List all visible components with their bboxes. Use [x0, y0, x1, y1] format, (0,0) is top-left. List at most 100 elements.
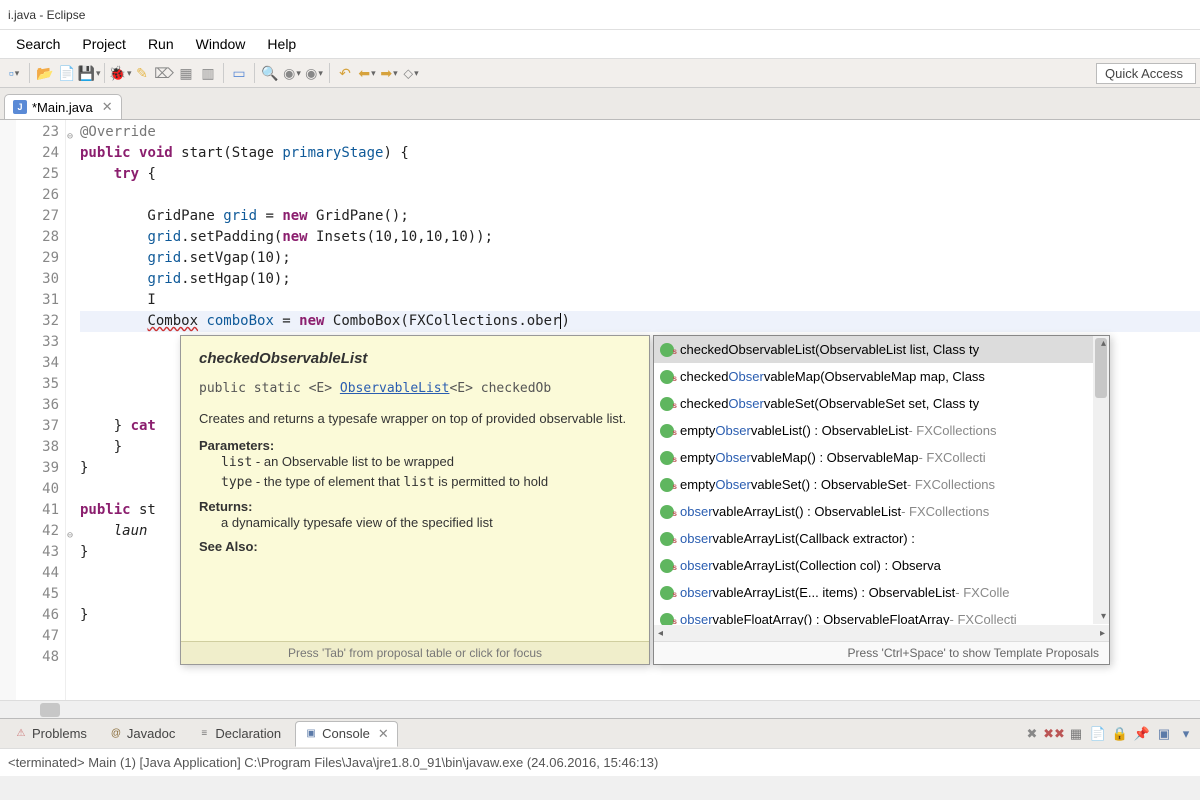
window-title: i.java - Eclipse [0, 0, 1200, 30]
annotation-button[interactable]: ◉ [282, 63, 302, 83]
open-type-button[interactable]: 📂 [35, 63, 55, 83]
build-button[interactable]: ▦ [176, 63, 196, 83]
line-number: 28 [16, 227, 59, 248]
line-number: 31 [16, 290, 59, 311]
step-button[interactable]: ↶ [335, 63, 355, 83]
doc-title: checkedObservableList [199, 350, 631, 367]
line-number: 35 [16, 374, 59, 395]
line-gutter: 2324252627282930313233343536373839404142… [16, 120, 66, 700]
horizontal-scrollbar[interactable]: ◂▸ [654, 625, 1109, 641]
doc-type-link[interactable]: ObservableList [340, 381, 450, 396]
tag-button[interactable]: ⌦ [154, 63, 174, 83]
vertical-scrollbar[interactable]: ▴ ▾ [1093, 336, 1109, 624]
close-icon[interactable]: ✕ [102, 99, 113, 115]
line-number: 37 [16, 416, 59, 437]
proposal-item[interactable]: emptyObservableList() : ObservableList -… [654, 417, 1109, 444]
editor-tab-label: *Main.java [32, 100, 93, 115]
view-tab-label: Problems [32, 726, 87, 741]
line-number: 32 [16, 311, 59, 332]
remove-all-icon[interactable]: ✖✖ [1046, 726, 1062, 742]
new-button[interactable]: ▫ [4, 63, 24, 83]
proposal-item[interactable]: observableArrayList() : ObservableList -… [654, 498, 1109, 525]
proposal-item[interactable]: observableFloatArray() : ObservableFloat… [654, 606, 1109, 625]
debug-button[interactable]: 🐞 [110, 63, 130, 83]
proposal-item[interactable]: checkedObservableList(ObservableList lis… [654, 336, 1109, 363]
method-icon [660, 424, 674, 438]
declaration-icon: ≡ [197, 727, 211, 741]
back-button[interactable]: ⬅ [357, 63, 377, 83]
proposal-item[interactable]: observableArrayList(Collection col) : Ob… [654, 552, 1109, 579]
terminate-icon[interactable]: ▦ [1068, 726, 1084, 742]
clear-icon[interactable]: 📄 [1090, 726, 1106, 742]
proposal-item[interactable]: checkedObservableSet(ObservableSet set, … [654, 390, 1109, 417]
method-icon [660, 478, 674, 492]
menu-run[interactable]: Run [138, 32, 184, 56]
line-number: 48 [16, 647, 59, 668]
line-number: 46 [16, 605, 59, 626]
remove-launch-icon[interactable]: ✖ [1024, 726, 1040, 742]
scroll-lock-icon[interactable]: 🔒 [1112, 726, 1128, 742]
line-number: 27 [16, 206, 59, 227]
doc-returns-text: a dynamically typesafe view of the speci… [221, 514, 631, 533]
view-tab-label: Console [322, 726, 370, 741]
view-tab-declaration[interactable]: ≡ Declaration [189, 722, 289, 745]
line-number: 38 [16, 437, 59, 458]
line-number: 26 [16, 185, 59, 206]
display-icon[interactable]: ▣ [1156, 726, 1172, 742]
problems-icon: ⚠ [14, 727, 28, 741]
scroll-down-icon[interactable]: ▾ [1101, 611, 1106, 622]
method-icon [660, 343, 674, 357]
method-icon [660, 451, 674, 465]
doc-footer-hint: Press 'Tab' from proposal table or click… [181, 641, 649, 664]
menu-search[interactable]: Search [6, 32, 70, 56]
view-tab-label: Javadoc [127, 726, 175, 741]
line-number: 36 [16, 395, 59, 416]
java-file-icon: J [13, 100, 27, 114]
save-button[interactable]: 💾 [79, 63, 99, 83]
line-number: 34 [16, 353, 59, 374]
menu-window[interactable]: Window [186, 32, 256, 56]
proposal-item[interactable]: observableArrayList(E... items) : Observ… [654, 579, 1109, 606]
search-button[interactable]: 🔍 [260, 63, 280, 83]
forward-button[interactable]: ➡ [379, 63, 399, 83]
quick-access[interactable]: Quick Access [1096, 63, 1196, 84]
editor-horizontal-scrollbar[interactable] [0, 700, 1200, 718]
menu-project[interactable]: Project [72, 32, 136, 56]
view-tab-label: Declaration [215, 726, 281, 741]
annotation-strip [0, 120, 16, 700]
proposal-item[interactable]: checkedObservableMap(ObservableMap map, … [654, 363, 1109, 390]
proposal-item[interactable]: emptyObservableSet() : ObservableSet - F… [654, 471, 1109, 498]
package-button[interactable]: ▥ [198, 63, 218, 83]
content-assist-popup[interactable]: checkedObservableList(ObservableList lis… [653, 335, 1110, 665]
open-console-icon[interactable]: ▾ [1178, 726, 1194, 742]
open-task-button[interactable]: 📄 [57, 63, 77, 83]
console-toolbar: ✖ ✖✖ ▦ 📄 🔒 📌 ▣ ▾ [1024, 726, 1194, 742]
method-icon [660, 397, 674, 411]
doc-signature: public static <E> ObservableList<E> chec… [199, 381, 631, 396]
history-button[interactable]: ⬦ [401, 63, 421, 83]
line-number: 44 [16, 563, 59, 584]
line-number: 41 [16, 500, 59, 521]
view-tab-javadoc[interactable]: @Javadoc [101, 722, 183, 745]
wand-button[interactable]: ✎ [132, 63, 152, 83]
line-number: 29 [16, 248, 59, 269]
toggle-breadcrumb-button[interactable]: ▭ [229, 63, 249, 83]
line-number: 45 [16, 584, 59, 605]
line-number: 43 [16, 542, 59, 563]
menu-help[interactable]: Help [257, 32, 306, 56]
view-tab-console[interactable]: ▣Console✕ [295, 721, 398, 747]
javadoc-popup: checkedObservableList public static <E> … [180, 335, 650, 665]
close-icon[interactable]: ✕ [378, 726, 389, 742]
method-icon [660, 613, 674, 626]
scroll-up-icon[interactable]: ▴ [1101, 338, 1106, 349]
bottom-view-tabs: ⚠ Problems @Javadoc ≡ Declaration ▣ Console ✕ ✖… [0, 718, 1200, 748]
editor-tab-main[interactable]: J *Main.java ✕ [4, 94, 122, 119]
view-tab-problems[interactable]: ⚠ Problems [6, 722, 95, 745]
method-icon [660, 370, 674, 384]
pin-icon[interactable]: 📌 [1134, 726, 1150, 742]
proposal-item[interactable]: emptyObservableMap() : ObservableMap - F… [654, 444, 1109, 471]
editor-tabbar: J *Main.java ✕ [0, 88, 1200, 120]
next-annotation-button[interactable]: ◉ [304, 63, 324, 83]
proposal-item[interactable]: observableArrayList(Callback extractor) … [654, 525, 1109, 552]
line-number: 47 [16, 626, 59, 647]
